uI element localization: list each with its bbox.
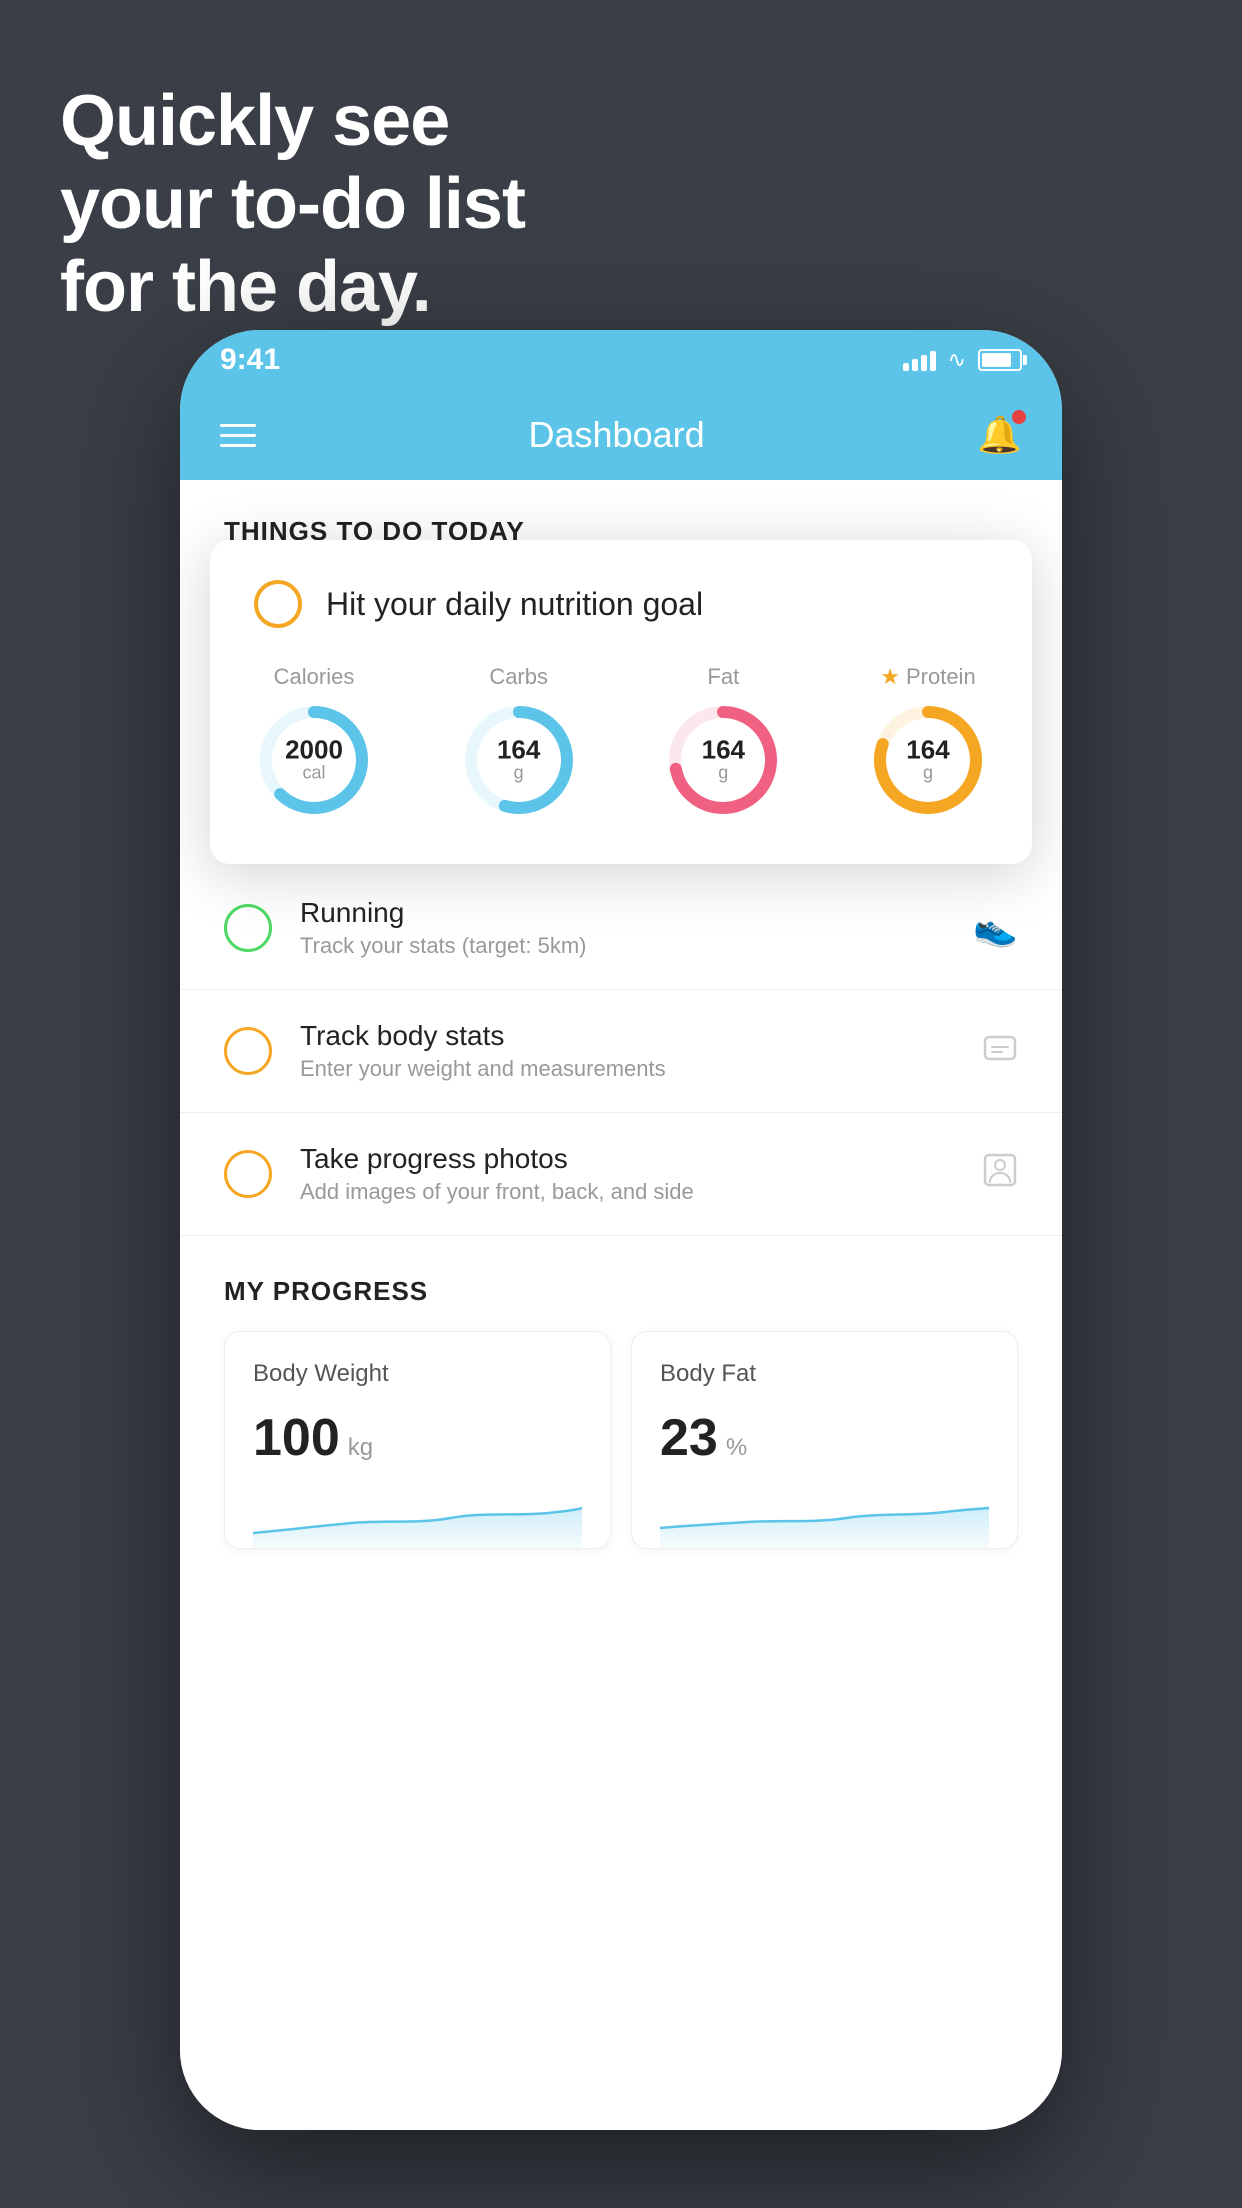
nutrition-calories[interactable]: Calories 2000 cal [254,664,374,820]
body-fat-chart [660,1488,989,1548]
protein-unit: g [906,763,949,784]
body-stats-title: Track body stats [300,1020,954,1052]
carbs-unit: g [497,763,540,784]
shoe-icon: 👟 [973,907,1018,949]
body-stats-subtitle: Enter your weight and measurements [300,1056,954,1082]
body-weight-card[interactable]: Body Weight 100 kg [224,1331,611,1549]
body-fat-number: 23 [660,1408,718,1468]
status-bar: 9:41 ∿ [180,330,1062,390]
carbs-value: 164 [497,737,540,763]
photos-text: Take progress photos Add images of your … [300,1143,954,1205]
phone-frame: 9:41 ∿ Dashboard 🔔 THI [180,330,1062,2130]
background-headline: Quickly see your to-do list for the day. [60,80,525,328]
calories-unit: cal [285,763,343,784]
body-fat-value-row: 23 % [660,1408,989,1468]
body-fat-card[interactable]: Body Fat 23 % [631,1331,1018,1549]
wifi-icon: ∿ [948,347,966,373]
nav-bar: Dashboard 🔔 [180,390,1062,480]
nav-title: Dashboard [529,414,705,456]
body-weight-title: Body Weight [253,1360,582,1388]
signal-icon [903,349,936,371]
carbs-label: Carbs [489,664,548,690]
person-icon [982,1152,1018,1197]
status-time: 9:41 [220,343,280,377]
protein-label: ★ Protein [880,664,975,690]
protein-donut: 164 g [868,700,988,820]
todo-item-body-stats[interactable]: Track body stats Enter your weight and m… [180,990,1062,1113]
protein-value: 164 [906,737,949,763]
nutrition-card-title: Hit your daily nutrition goal [326,586,703,623]
calories-label: Calories [274,664,355,690]
calories-donut: 2000 cal [254,700,374,820]
fat-value: 164 [702,737,745,763]
body-weight-unit: kg [348,1434,373,1462]
todo-item-photos[interactable]: Take progress photos Add images of your … [180,1113,1062,1236]
menu-button[interactable] [220,424,256,447]
photos-check-circle[interactable] [224,1150,272,1198]
status-icons: ∿ [903,347,1022,373]
photos-title: Take progress photos [300,1143,954,1175]
star-icon: ★ [880,664,900,690]
photos-subtitle: Add images of your front, back, and side [300,1179,954,1205]
fat-unit: g [702,763,745,784]
notification-badge [1012,410,1026,424]
body-weight-number: 100 [253,1408,340,1468]
progress-cards: Body Weight 100 kg [224,1331,1018,1549]
body-fat-unit: % [726,1434,747,1462]
running-subtitle: Track your stats (target: 5km) [300,933,945,959]
nutrition-fat[interactable]: Fat 164 g [663,664,783,820]
running-title: Running [300,897,945,929]
notification-button[interactable]: 🔔 [977,414,1022,456]
card-title-row: Hit your daily nutrition goal [254,580,988,628]
calories-value: 2000 [285,737,343,763]
todo-item-running[interactable]: Running Track your stats (target: 5km) 👟 [180,867,1062,990]
nutrition-card[interactable]: Hit your daily nutrition goal Calories 2… [210,540,1032,864]
running-text: Running Track your stats (target: 5km) [300,897,945,959]
todo-list: Running Track your stats (target: 5km) 👟… [180,867,1062,1236]
body-stats-text: Track body stats Enter your weight and m… [300,1020,954,1082]
fat-label: Fat [707,664,739,690]
body-fat-title: Body Fat [660,1360,989,1388]
fat-donut: 164 g [663,700,783,820]
nutrition-protein[interactable]: ★ Protein 164 g [868,664,988,820]
progress-section: MY PROGRESS Body Weight 100 kg [180,1276,1062,1549]
carbs-donut: 164 g [459,700,579,820]
running-check-circle[interactable] [224,904,272,952]
app-content: THINGS TO DO TODAY Hit your daily nutrit… [180,480,1062,2130]
nutrition-carbs[interactable]: Carbs 164 g [459,664,579,820]
body-weight-chart [253,1488,582,1548]
nutrition-circles: Calories 2000 cal Carbs [254,664,988,820]
nutrition-check-circle[interactable] [254,580,302,628]
scale-icon [982,1029,1018,1074]
battery-icon [978,349,1022,371]
progress-header: MY PROGRESS [224,1276,1018,1307]
body-stats-check-circle[interactable] [224,1027,272,1075]
body-weight-value-row: 100 kg [253,1408,582,1468]
